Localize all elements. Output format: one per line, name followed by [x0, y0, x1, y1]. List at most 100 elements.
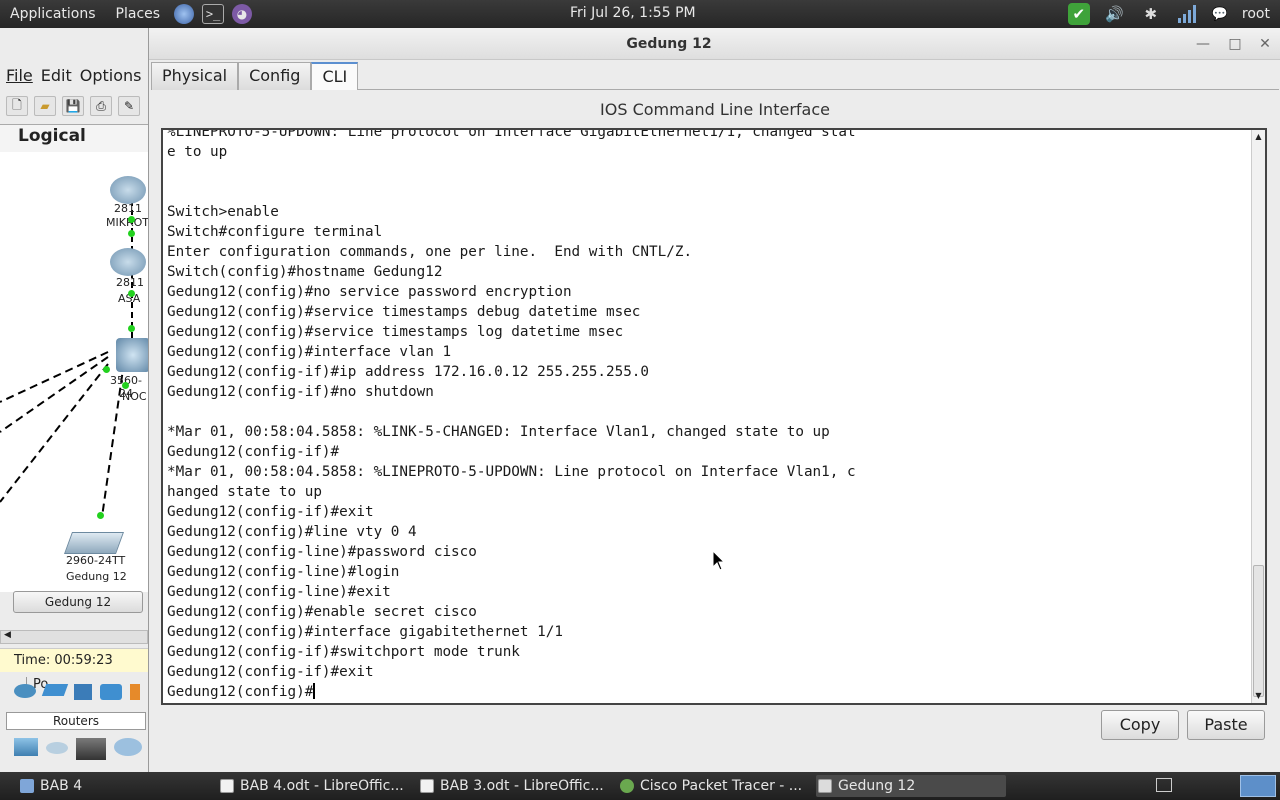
taskbar-item-bab4-doc[interactable]: BAB 4.odt - LibreOffic...	[218, 775, 408, 797]
taskbar-item-gedung12[interactable]: Gedung 12	[816, 775, 1006, 797]
mouse-pointer-icon	[712, 550, 726, 571]
terminal-line: Gedung12(config-if)#switchport mode trun…	[167, 644, 520, 660]
terminal-line: Gedung12(config-line)#password cisco	[167, 544, 477, 560]
window-titlebar[interactable]: Gedung 12 — □ ✕	[149, 28, 1280, 60]
volume-icon[interactable]: 🔊	[1104, 3, 1126, 25]
terminal-line: Switch>enable	[167, 204, 279, 220]
terminal-line: Gedung12(config)#service timestamps log …	[167, 324, 624, 340]
router-model-icon[interactable]	[76, 738, 106, 760]
minimize-icon[interactable]: —	[1192, 34, 1214, 54]
taskbar-item-label: Cisco Packet Tracer - ...	[640, 778, 803, 794]
window-title: Gedung 12	[626, 36, 712, 52]
cli-heading: IOS Command Line Interface	[600, 100, 830, 119]
router-model-icon[interactable]	[114, 738, 142, 756]
taskbar-item-label: BAB 3.odt - LibreOffic...	[440, 778, 604, 794]
scroll-down-icon[interactable]: ▼	[1252, 689, 1265, 703]
hub-category-icon[interactable]	[74, 684, 92, 700]
multilayer-switch-icon[interactable]	[116, 338, 148, 372]
packet-tracer-icon	[620, 779, 634, 793]
menu-options[interactable]: Options	[80, 66, 142, 85]
device-dialog-window: Gedung 12 — □ ✕ Physical Config CLI IOS …	[148, 28, 1280, 772]
paste-button[interactable]: Paste	[1187, 710, 1265, 740]
wireless-category-icon[interactable]	[100, 684, 122, 700]
packet-tracer-window: File Edit Options 🗋 ▰ 💾 ⎙ ✎ Logical 2811…	[0, 28, 148, 772]
router-model-icon[interactable]	[46, 742, 68, 754]
switch-category-icon[interactable]	[41, 684, 69, 696]
workspace-switcher[interactable]	[1240, 775, 1276, 797]
router-icon[interactable]	[110, 248, 146, 276]
open-folder-icon[interactable]: ▰	[34, 96, 56, 116]
show-desktop-icon[interactable]	[1156, 778, 1172, 792]
bluetooth-icon[interactable]: ✱	[1140, 3, 1162, 25]
tab-bar: Physical Config CLI	[151, 62, 359, 90]
horizontal-scrollbar[interactable]: ◀	[0, 630, 148, 644]
device-type-icons	[14, 684, 140, 700]
vertical-scrollbar[interactable]: ▲ ▼	[1251, 130, 1265, 703]
system-tray: ✔ 🔊 ✱ 💬 root	[1067, 3, 1270, 25]
taskbar-item-label: BAB 4	[40, 778, 83, 794]
simulation-time: Time: 00:59:23	[14, 653, 113, 668]
link-status-indicator	[97, 512, 104, 519]
simulation-time-bar: Time: 00:59:23 Po	[0, 648, 148, 692]
network-signal-icon[interactable]	[1176, 3, 1198, 25]
toolbar: 🗋 ▰ 💾 ⎙ ✎	[0, 92, 148, 120]
link-status-indicator	[122, 382, 129, 389]
scroll-up-icon[interactable]: ▲	[1252, 130, 1265, 144]
router-category-icon[interactable]	[14, 684, 36, 698]
terminal-line: Gedung12(config)#no service password enc…	[167, 284, 572, 300]
tab-physical[interactable]: Physical	[151, 62, 239, 90]
menu-edit[interactable]: Edit	[41, 66, 72, 85]
new-file-icon[interactable]: 🗋	[6, 96, 28, 116]
terminal-line: Gedung12(config)#interface gigabitethern…	[167, 624, 563, 640]
tab-config[interactable]: Config	[238, 62, 312, 90]
applications-menu[interactable]: Applications	[0, 6, 106, 22]
terminal-line: Gedung12(config-if)#exit	[167, 504, 374, 520]
taskbar-item-bab3-doc[interactable]: BAB 3.odt - LibreOffic...	[418, 775, 608, 797]
terminal-prompt[interactable]: Gedung12(config)#	[167, 682, 856, 702]
taskbar: BAB 4 BAB 4.odt - LibreOffic... BAB 3.od…	[0, 772, 1280, 800]
copy-button[interactable]: Copy	[1101, 710, 1179, 740]
link-status-indicator	[128, 230, 135, 237]
edit-icon[interactable]: ✎	[118, 96, 140, 116]
save-icon[interactable]: 💾	[62, 96, 84, 116]
device-model-label: 2960-24TT	[66, 554, 126, 567]
terminal-line: Gedung12(config-if)#exit	[167, 664, 374, 680]
device-name-label: NOC	[122, 390, 147, 403]
logical-tab[interactable]: Logical	[18, 126, 86, 146]
text-cursor	[313, 683, 316, 699]
terminal-line: Enter configuration commands, one per li…	[167, 244, 693, 260]
chat-status-icon[interactable]: 💬	[1212, 7, 1228, 22]
places-menu[interactable]: Places	[106, 6, 171, 22]
taskbar-item-bab4-folder[interactable]: BAB 4	[18, 775, 198, 797]
menu-bar: File Edit Options	[0, 62, 142, 88]
scroll-left-icon[interactable]: ◀	[4, 630, 11, 640]
connections-category-icon[interactable]	[130, 684, 140, 700]
topology-canvas[interactable]: 2811 MIKROT 2811 ASA 3560-24 NOC 2960-24…	[0, 152, 148, 592]
web-browser-icon[interactable]	[174, 4, 195, 24]
user-menu[interactable]: root	[1242, 6, 1270, 22]
router-model-icon[interactable]	[14, 738, 38, 756]
pidgin-icon[interactable]: ◕	[232, 4, 253, 24]
clock[interactable]: Fri Jul 26, 1:55 PM	[570, 5, 696, 21]
terminal-output[interactable]: %LINEPROTO-5-UPDOWN: Line protocol on In…	[161, 128, 1267, 705]
maximize-icon[interactable]: □	[1224, 34, 1246, 54]
taskbar-item-packet-tracer[interactable]: Cisco Packet Tracer - ...	[618, 775, 808, 797]
link-status-indicator	[128, 216, 135, 223]
close-icon[interactable]: ✕	[1254, 34, 1276, 54]
router-icon[interactable]	[110, 176, 146, 204]
terminal-line: Gedung12(config)#service timestamps debu…	[167, 304, 641, 320]
device-list-button[interactable]: Gedung 12	[13, 591, 143, 613]
terminal-line: Gedung12(config-if)#no shutdown	[167, 384, 434, 400]
terminal-line: hanged state to up	[167, 484, 322, 500]
device-category-label: Routers	[6, 712, 146, 730]
update-notifier-icon[interactable]: ✔	[1067, 3, 1090, 25]
print-icon[interactable]: ⎙	[90, 96, 112, 116]
terminal-icon[interactable]: >_	[202, 4, 225, 24]
scrollbar-thumb[interactable]	[1253, 565, 1264, 697]
switch-icon[interactable]	[63, 532, 125, 554]
tab-cli[interactable]: CLI	[311, 62, 359, 90]
terminal-line: Gedung12(config-line)#exit	[167, 584, 391, 600]
terminal-line: Switch#configure terminal	[167, 224, 383, 240]
menu-file[interactable]: File	[6, 66, 33, 85]
